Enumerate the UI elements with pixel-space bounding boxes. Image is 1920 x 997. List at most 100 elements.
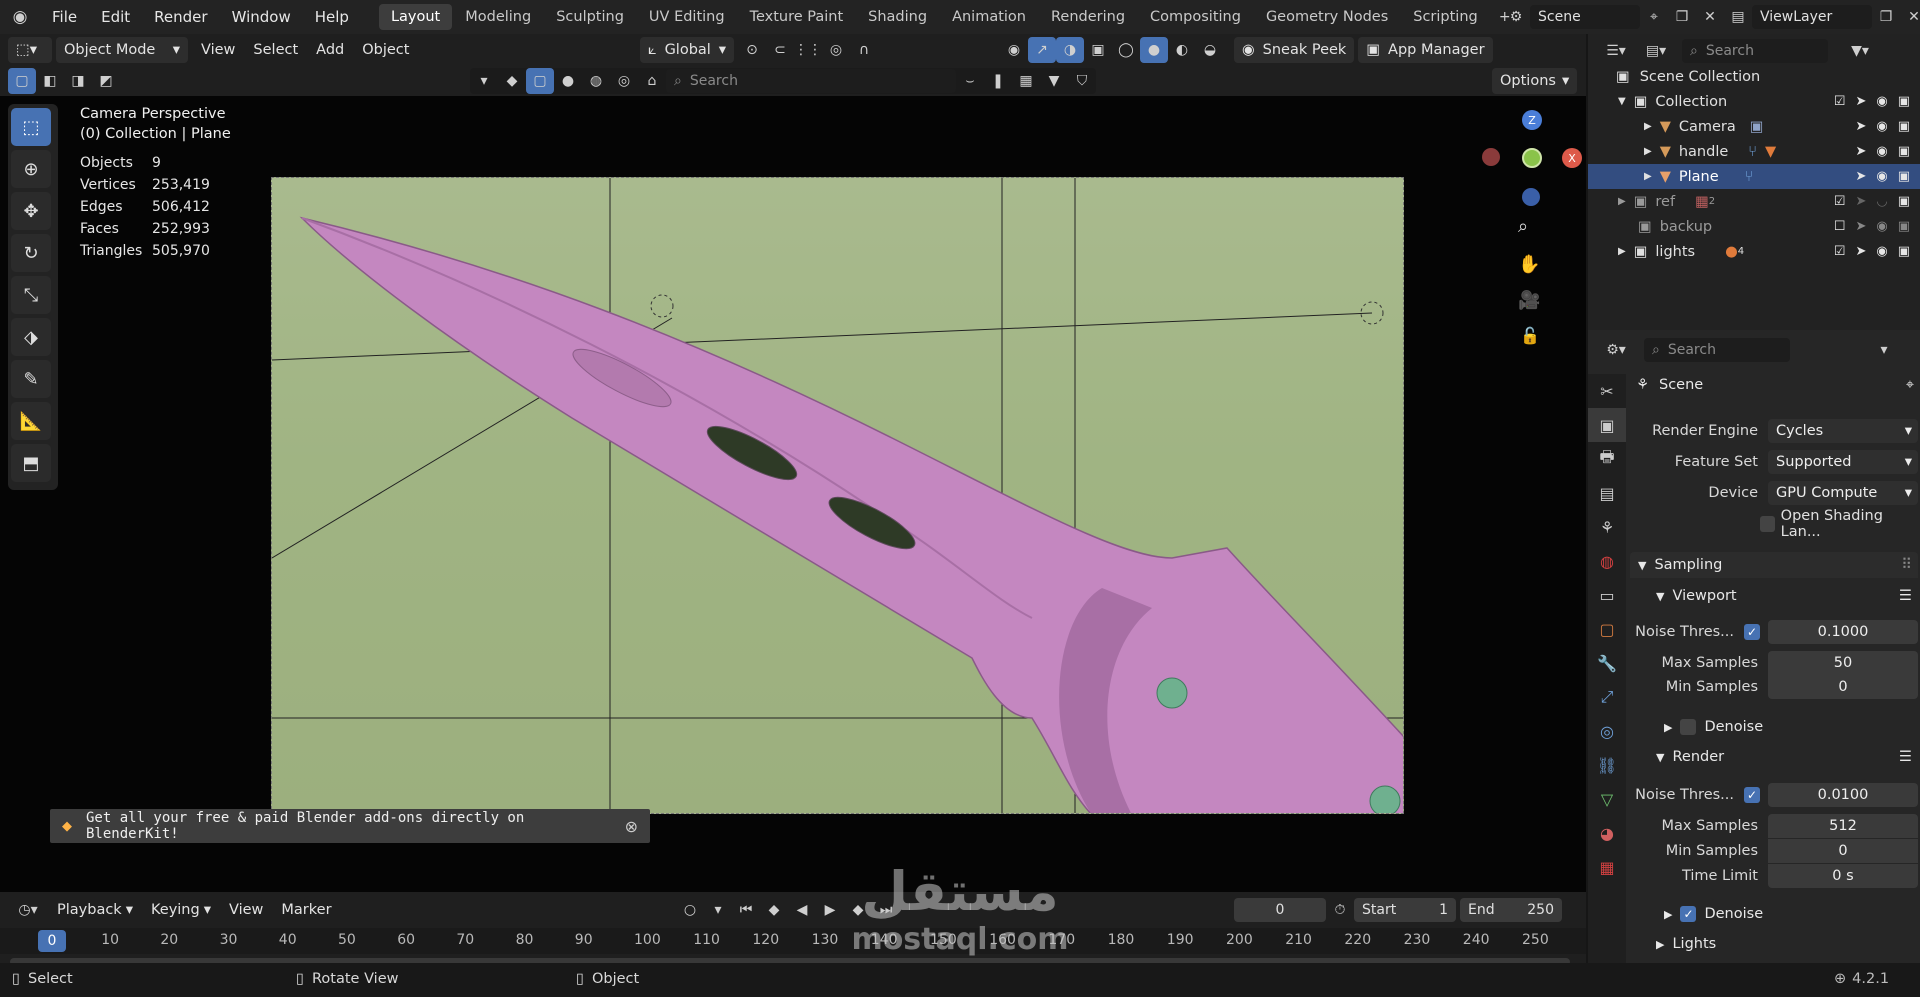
properties-editor-type-icon[interactable]: ⚙▾ xyxy=(1596,337,1636,363)
navigation-gizmo[interactable]: Z X ⌕ ✋ 🎥 🔓 xyxy=(1470,96,1582,345)
render-engine-dropdown[interactable]: Cycles ▾ xyxy=(1768,419,1918,443)
menu-file[interactable]: File xyxy=(40,0,89,34)
outliner-editor-type-icon[interactable]: ☰▾ xyxy=(1596,38,1636,64)
axis-y-icon[interactable] xyxy=(1522,148,1542,168)
filter-hdr-icon[interactable]: ◍ xyxy=(582,68,610,94)
collection-tab-icon[interactable]: ▭ xyxy=(1588,578,1626,612)
list-icon[interactable]: ☰ xyxy=(1899,588,1912,604)
scene-name-field[interactable]: Scene xyxy=(1530,5,1640,29)
visibility-icon[interactable]: ◉ xyxy=(1000,37,1028,63)
checkbox-icon[interactable]: ☑ xyxy=(1834,94,1846,109)
close-icon[interactable]: ⊗ xyxy=(625,817,638,836)
feature-set-dropdown[interactable]: Supported ▾ xyxy=(1768,450,1918,474)
view-layer-tab-icon[interactable]: ▤ xyxy=(1588,476,1626,510)
scene-icon[interactable]: ⚙ xyxy=(1502,4,1530,30)
viewport-subpanel-header[interactable]: ▼ Viewport ☰ xyxy=(1630,583,1918,609)
tab-scripting[interactable]: Scripting xyxy=(1401,4,1489,30)
render-subpanel-header[interactable]: ▼ Render ☰ xyxy=(1630,744,1918,770)
viewport-min-samples-field[interactable]: 0 xyxy=(1768,675,1918,699)
menu-object[interactable]: Object xyxy=(353,37,418,63)
menu-marker[interactable]: Marker xyxy=(272,897,340,923)
select-arrow-icon[interactable]: ➤ xyxy=(1855,94,1866,109)
play-icon[interactable]: ▶ xyxy=(816,897,844,923)
open-shading-row[interactable]: Open Shading Lan... xyxy=(1630,508,1918,540)
camera-render-icon[interactable]: ▣ xyxy=(1898,194,1910,209)
shield-icon[interactable]: ⛉ xyxy=(1068,68,1096,94)
viewport-noise-checkbox[interactable]: ✓ xyxy=(1744,624,1760,640)
start-frame-field[interactable]: Start 1 xyxy=(1354,898,1456,922)
app-manager-button[interactable]: ▣ App Manager xyxy=(1358,37,1493,63)
tab-sculpting[interactable]: Sculpting xyxy=(544,4,636,30)
tool-tab-icon[interactable]: ✂ xyxy=(1588,374,1626,408)
tab-shading[interactable]: Shading xyxy=(856,4,939,30)
timeline-editor-type-icon[interactable]: ◷▾ xyxy=(8,897,48,923)
particles-tab-icon[interactable]: ⤢ xyxy=(1588,680,1626,714)
world-tab-icon[interactable]: ◍ xyxy=(1588,544,1626,578)
next-keyframe-icon[interactable]: ◆ xyxy=(844,897,872,923)
select-arrow-icon[interactable]: ➤ xyxy=(1855,144,1866,159)
jump-start-icon[interactable]: ⏮ xyxy=(732,897,760,923)
tab-rendering[interactable]: Rendering xyxy=(1039,4,1137,30)
checkbox-icon[interactable]: ☑ xyxy=(1834,194,1846,209)
end-frame-field[interactable]: End 250 xyxy=(1460,898,1562,922)
checkbox-empty-icon[interactable]: ☐ xyxy=(1834,219,1846,234)
chevron-right-icon[interactable]: ▶ xyxy=(1618,246,1626,257)
proportional-edit-icon[interactable]: ◎ xyxy=(822,37,850,63)
select-box-new-icon[interactable]: ▢ xyxy=(8,68,36,94)
scene-tab-icon[interactable]: ⚘ xyxy=(1588,510,1626,544)
solid-shading-icon[interactable]: ● xyxy=(1140,37,1168,63)
select-tool-icon[interactable]: ⬚ xyxy=(11,108,51,146)
eye-icon[interactable]: ◉ xyxy=(1876,219,1887,234)
outliner-row-camera[interactable]: ▶ ▼ Camera ▣ ➤ ◉ ▣ xyxy=(1588,114,1920,139)
tab-texture-paint[interactable]: Texture Paint xyxy=(738,4,856,30)
stopwatch-icon[interactable]: ⏱ xyxy=(1326,897,1354,923)
prev-keyframe-icon[interactable]: ◆ xyxy=(760,897,788,923)
wireframe-shading-icon[interactable]: ◯ xyxy=(1112,37,1140,63)
lights-subpanel-header[interactable]: ▶ Lights xyxy=(1630,931,1918,957)
axis-neg-z-icon[interactable] xyxy=(1522,188,1540,206)
data-tab-icon[interactable]: ▽ xyxy=(1588,782,1626,816)
chevron-down-icon[interactable]: ▾ xyxy=(1870,337,1898,363)
layout-icon[interactable]: ▦ xyxy=(1012,68,1040,94)
pin-scene-icon[interactable]: ⌖ xyxy=(1640,4,1668,30)
filter-models-icon[interactable]: ▢ xyxy=(526,68,554,94)
filter-brush-icon[interactable]: ◎ xyxy=(610,68,638,94)
playhead-indicator[interactable]: 0 xyxy=(38,930,66,952)
asset-search-input[interactable]: ⌕ Search xyxy=(666,69,956,93)
render-noise-checkbox[interactable]: ✓ xyxy=(1744,787,1760,803)
outliner-row-collection[interactable]: ▼ ▣ Collection ☑ ➤ ◉ ▣ xyxy=(1588,89,1920,114)
menu-timeline-view[interactable]: View xyxy=(220,897,272,923)
checkbox-icon[interactable]: ☑ xyxy=(1834,244,1846,259)
snap-grid-icon[interactable]: ⋮⋮ xyxy=(794,37,822,63)
outliner-row-plane[interactable]: ▶ ▼ Plane ⑂ ➤ ◉ ▣ xyxy=(1588,164,1920,189)
camera-render-icon[interactable]: ▣ xyxy=(1898,144,1910,159)
filter-materials-icon[interactable]: ● xyxy=(554,68,582,94)
camera-render-icon[interactable]: ▣ xyxy=(1898,169,1910,184)
texture-tab-icon[interactable]: ▦ xyxy=(1588,850,1626,884)
tab-uv-editing[interactable]: UV Editing xyxy=(637,4,737,30)
editor-type-icon[interactable]: ⬚▾ xyxy=(8,37,52,63)
outliner-search-input[interactable]: ⌕ Search xyxy=(1682,39,1828,63)
tab-animation[interactable]: Animation xyxy=(940,4,1038,30)
select-arrow-icon[interactable]: ➤ xyxy=(1855,194,1866,209)
new-scene-icon[interactable]: ❐ xyxy=(1668,4,1696,30)
render-min-samples-field[interactable]: 0 xyxy=(1768,839,1918,863)
new-viewlayer-icon[interactable]: ❐ xyxy=(1872,4,1900,30)
physics-tab-icon[interactable]: ◎ xyxy=(1588,714,1626,748)
render-denoise-checkbox[interactable]: ✓ xyxy=(1680,906,1697,922)
filter-scene-icon[interactable]: ⌂ xyxy=(638,68,666,94)
camera-render-icon[interactable]: ▣ xyxy=(1898,244,1910,259)
play-reverse-icon[interactable]: ◀ xyxy=(788,897,816,923)
tab-compositing[interactable]: Compositing xyxy=(1138,4,1253,30)
cursor-tool-icon[interactable]: ⊕ xyxy=(11,150,51,188)
axis-x-icon[interactable]: X xyxy=(1562,148,1582,168)
measure-tool-icon[interactable]: 📐 xyxy=(11,402,51,440)
pin-icon[interactable]: ⌖ xyxy=(1906,377,1914,393)
viewlayer-icon[interactable]: ▤ xyxy=(1724,4,1752,30)
select-arrow-icon[interactable]: ➤ xyxy=(1855,219,1866,234)
eye-icon[interactable]: ◉ xyxy=(1876,169,1887,184)
search-type-icon[interactable]: ⌣ xyxy=(956,68,984,94)
filter-icon[interactable]: ▼ xyxy=(1040,68,1068,94)
eye-icon[interactable]: ◉ xyxy=(1876,144,1887,159)
current-frame-field[interactable]: 0 xyxy=(1234,898,1326,922)
